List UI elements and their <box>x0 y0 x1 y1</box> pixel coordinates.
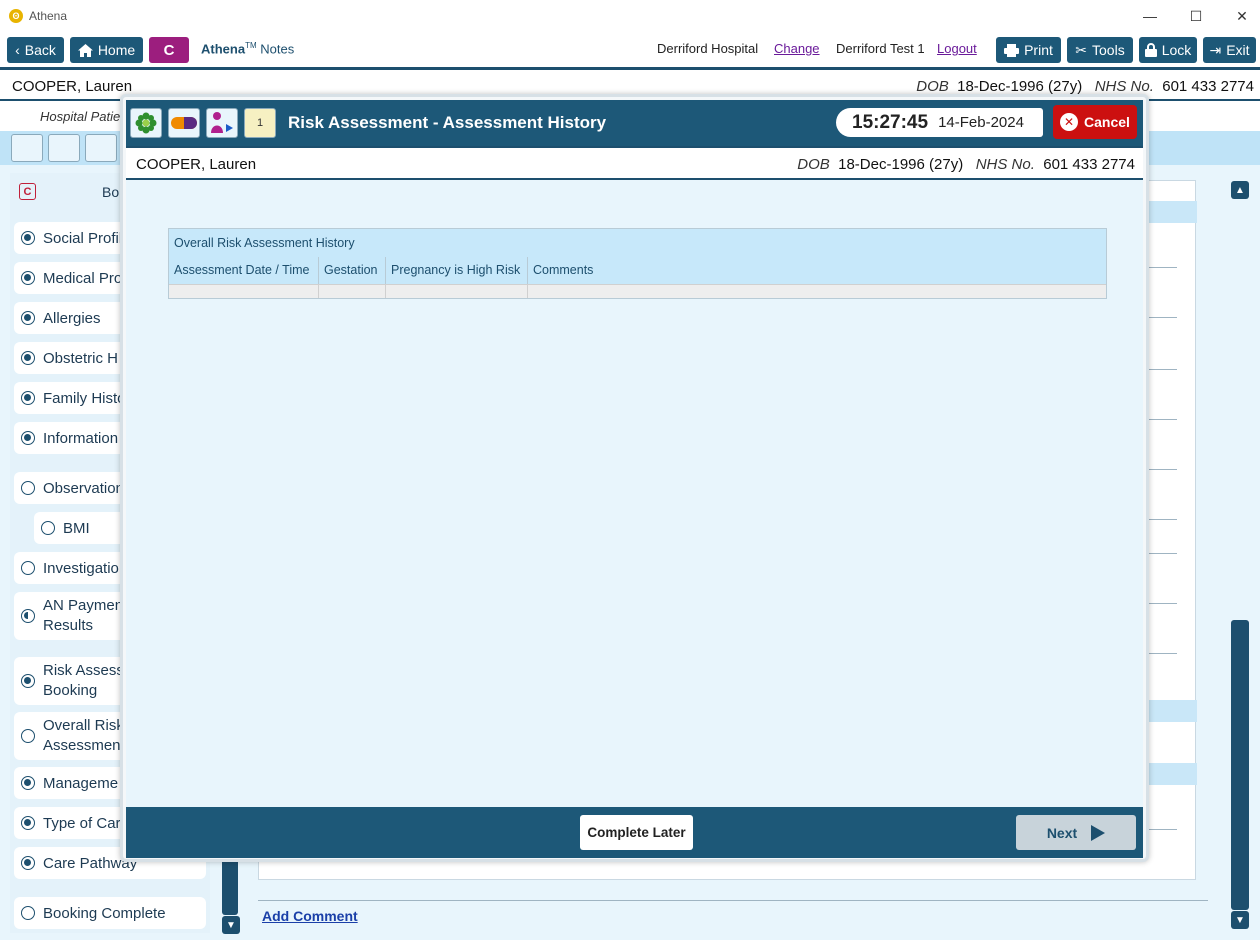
dialog-body: Overall Risk Assessment History Assessme… <box>126 180 1143 807</box>
clock-time: 15:27:45 <box>852 111 929 133</box>
flower-icon[interactable] <box>11 134 43 162</box>
pill-icon[interactable] <box>168 108 200 138</box>
complete-status-icon <box>21 311 35 325</box>
patient-info: DOB 18-Dec-1996 (27y) NHS No. 601 433 27… <box>916 78 1254 95</box>
print-button[interactable]: Print <box>996 37 1061 63</box>
pill-icon[interactable] <box>48 134 80 162</box>
add-comment-link[interactable]: Add Comment <box>262 908 358 924</box>
main-scrollbar-thumb[interactable] <box>1231 620 1249 910</box>
complete-status-icon <box>21 231 35 245</box>
window-titlebar: ʘ Athena — ☐ ✕ <box>0 0 1260 32</box>
app-brand: AthenaTM Notes <box>201 41 295 57</box>
dialog-patient-name: COOPER, Lauren <box>136 156 257 173</box>
table-caption: Overall Risk Assessment History <box>174 236 355 250</box>
maximize-button[interactable]: ☐ <box>1173 0 1219 32</box>
clock-date: 14-Feb-2024 <box>938 114 1024 131</box>
complete-status-icon <box>21 431 35 445</box>
column-header[interactable]: Gestation <box>319 257 386 284</box>
back-button[interactable]: ‹ Back <box>7 37 64 63</box>
app-toolbar: ‹ Back Home C AthenaTM Notes Derriford H… <box>0 32 1260 67</box>
scroll-up-icon[interactable]: ▲ <box>1231 181 1249 199</box>
close-window-button[interactable]: ✕ <box>1219 0 1260 32</box>
dialog-footer: Complete Later Next <box>126 807 1143 858</box>
sidebar-badge: C <box>19 183 36 200</box>
dialog-header: 1 Risk Assessment - Assessment History 1… <box>126 100 1143 146</box>
dialog-patient-banner: COOPER, Lauren DOB 18-Dec-1996 (27y) NHS… <box>126 146 1143 180</box>
category-badge[interactable]: C <box>149 37 189 63</box>
scroll-down-icon[interactable]: ▼ <box>222 916 240 934</box>
sidebar-header: Bo <box>102 184 120 200</box>
column-header[interactable]: Pregnancy is High Risk <box>386 257 528 284</box>
cancel-button[interactable]: ✕ Cancel <box>1053 105 1137 139</box>
exit-button[interactable]: ⇥ Exit <box>1203 37 1256 63</box>
complete-status-icon <box>21 351 35 365</box>
patient-name: COOPER, Lauren <box>12 78 133 95</box>
close-icon: ✕ <box>1060 113 1079 131</box>
printer-icon <box>1004 43 1020 57</box>
play-arrow-icon <box>1091 824 1106 841</box>
calendar-icon[interactable]: 1 <box>244 108 276 138</box>
empty-status-icon <box>41 521 55 535</box>
dialog-patient-info: DOB 18-Dec-1996 (27y) NHS No. 601 433 27… <box>797 156 1135 173</box>
mother-baby-icon[interactable] <box>85 134 117 162</box>
hospital-patient-label: Hospital Patie <box>40 109 121 124</box>
window-title: Athena <box>29 9 68 23</box>
empty-status-icon <box>21 481 35 495</box>
minimize-button[interactable]: — <box>1127 0 1173 32</box>
next-button[interactable]: Next <box>1016 815 1136 850</box>
column-header[interactable]: Assessment Date / Time <box>169 257 319 284</box>
clock-display: 15:27:45 14-Feb-2024 <box>836 108 1043 137</box>
risk-assessment-history-dialog: 1 Risk Assessment - Assessment History 1… <box>120 94 1149 862</box>
mother-baby-icon[interactable] <box>206 108 238 138</box>
logout-link[interactable]: Logout <box>937 41 977 56</box>
home-button[interactable]: Home <box>70 37 143 63</box>
partial-status-icon <box>21 609 35 623</box>
complete-status-icon <box>21 816 35 830</box>
table-empty-row <box>169 284 1106 298</box>
athena-logo-icon: ʘ <box>9 9 23 23</box>
complete-status-icon <box>21 776 35 790</box>
complete-status-icon <box>21 271 35 285</box>
tools-icon: ✂ <box>1075 41 1088 58</box>
complete-status-icon <box>21 856 35 870</box>
complete-status-icon <box>21 391 35 405</box>
dialog-title: Risk Assessment - Assessment History <box>288 113 607 132</box>
exit-icon: ⇥ <box>1209 41 1222 58</box>
hospital-name: Derriford Hospital <box>657 41 759 56</box>
change-hospital-link[interactable]: Change <box>774 41 820 56</box>
user-name: Derriford Test 1 <box>836 41 925 56</box>
empty-status-icon <box>21 561 35 575</box>
chevron-left-icon: ‹ <box>15 42 20 58</box>
sidebar-item-booking-complete[interactable]: Booking Complete <box>14 897 206 929</box>
home-icon <box>77 43 93 57</box>
empty-status-icon <box>21 729 35 743</box>
complete-later-button[interactable]: Complete Later <box>580 815 693 850</box>
tools-button[interactable]: ✂ Tools <box>1067 37 1133 63</box>
column-header[interactable]: Comments <box>528 257 1106 284</box>
scroll-down-icon[interactable]: ▼ <box>1231 911 1249 929</box>
empty-status-icon <box>21 906 35 920</box>
table-header-row: Assessment Date / Time Gestation Pregnan… <box>169 257 1106 284</box>
complete-status-icon <box>21 674 35 688</box>
lock-icon <box>1144 43 1157 57</box>
assessment-history-table: Overall Risk Assessment History Assessme… <box>168 228 1107 299</box>
lock-button[interactable]: Lock <box>1139 37 1197 63</box>
flower-icon[interactable] <box>130 108 162 138</box>
